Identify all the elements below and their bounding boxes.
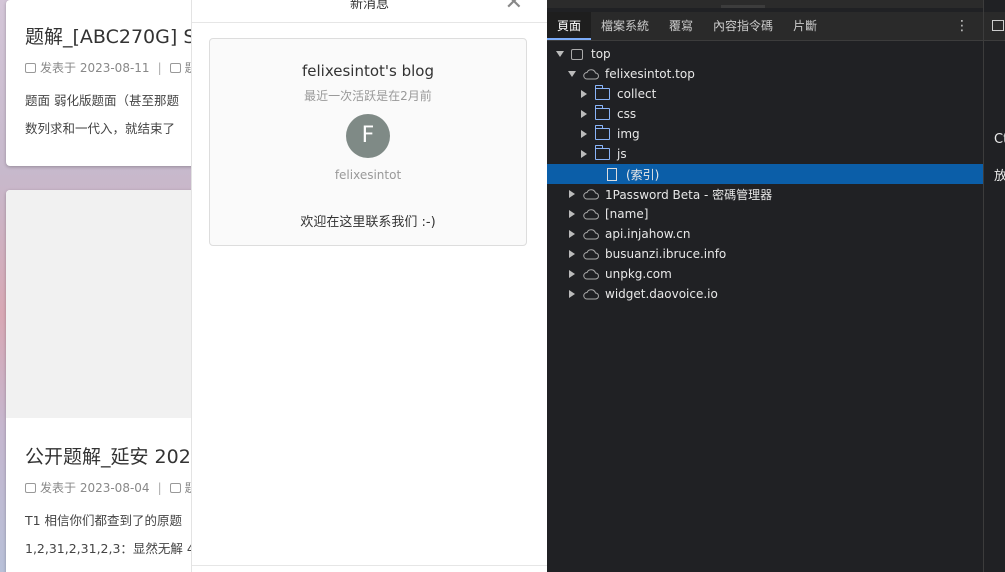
post-meta: 发表于 2023-08-04 | 题 — [25, 479, 193, 496]
tree-item-label: [name] — [605, 207, 649, 221]
calendar-icon — [25, 62, 36, 73]
side-hint-text: Ct — [994, 132, 1005, 147]
tree-item-label: felixesintot.top — [605, 67, 695, 81]
tree-item-label: widget.daovoice.io — [605, 287, 718, 301]
toggle-sidebar-icon[interactable] — [992, 20, 1004, 31]
tree-item[interactable]: css — [547, 104, 983, 124]
post-meta: 发表于 2023-08-11 | 题 — [25, 59, 193, 76]
devtools-sources-panel: 頁面 檔案系統 覆寫 內容指令碼 片斷 ⋮ top felixesintot.to… — [547, 0, 983, 572]
folder-icon — [595, 105, 610, 120]
post-date: 发表于 2023-08-04 — [40, 481, 150, 495]
active-panel-indicator — [721, 5, 765, 8]
tree-item-label: js — [617, 147, 627, 161]
meta-separator: | — [157, 480, 162, 495]
cloud-icon — [583, 248, 599, 259]
tree-item[interactable]: api.injahow.cn — [547, 224, 983, 244]
expand-arrow-right-icon[interactable] — [569, 210, 575, 218]
inbox-icon — [169, 62, 181, 73]
tree-item-label: img — [617, 127, 640, 141]
cloud-icon — [583, 288, 599, 299]
expand-arrow-right-icon[interactable] — [569, 290, 575, 298]
expand-arrow-down-icon[interactable] — [568, 71, 576, 77]
chat-input-divider — [192, 565, 547, 566]
post-cover-image[interactable] — [6, 190, 193, 418]
cloud-icon — [583, 268, 599, 279]
tab-snippets[interactable]: 片斷 — [783, 12, 827, 40]
tree-item-label: top — [591, 47, 611, 61]
cloud-icon — [583, 228, 599, 239]
cloud-icon — [583, 68, 599, 79]
tab-filesystem[interactable]: 檔案系統 — [591, 12, 659, 40]
folder-icon — [595, 125, 610, 140]
expand-arrow-right-icon[interactable] — [569, 190, 575, 198]
expand-arrow-right-icon[interactable] — [581, 110, 587, 118]
expand-arrow-right-icon[interactable] — [569, 270, 575, 278]
cloud-icon — [583, 208, 599, 219]
blog-background: 题解_[ABC270G] Se 发表于 2023-08-11 | 题 题面 弱化… — [0, 0, 193, 572]
post-excerpt: 题面 弱化版题面（甚至那题 — [25, 93, 179, 108]
expand-arrow-right-icon[interactable] — [581, 130, 587, 138]
more-options-icon[interactable]: ⋮ — [955, 12, 969, 40]
expand-arrow-right-icon[interactable] — [581, 90, 587, 98]
tree-item-label: api.injahow.cn — [605, 227, 691, 241]
post-excerpt: 1,2,31,2,31,2,3：显然无解 4 — [25, 541, 193, 556]
post-excerpt: 数列求和一代入，就结束了 — [25, 121, 176, 136]
tree-item-label: 1Password Beta - 密碼管理器 — [605, 187, 773, 202]
post-card[interactable]: 题解_[ABC270G] Se 发表于 2023-08-11 | 题 题面 弱化… — [6, 0, 193, 166]
frame-icon — [571, 48, 583, 60]
post-title[interactable]: 公开题解_延安 202 — [25, 442, 191, 469]
tree-item-label: css — [617, 107, 637, 121]
file-icon — [607, 167, 617, 181]
chat-header: 新消息 ✕ — [192, 0, 547, 23]
tree-item[interactable]: collect — [547, 84, 983, 104]
welcome-message: 欢迎在这里联系我们 :-) — [300, 215, 436, 230]
tree-item[interactable]: widget.daovoice.io — [547, 284, 983, 304]
last-active-text: 最近一次活跃是在2月前 — [304, 89, 432, 103]
tree-item[interactable]: busuanzi.ibruce.info — [547, 244, 983, 264]
tree-item[interactable]: img — [547, 124, 983, 144]
profile-card: felixesintot's blog 最近一次活跃是在2月前 F felixe… — [209, 38, 527, 246]
avatar: F — [346, 114, 390, 158]
post-date: 发表于 2023-08-11 — [40, 61, 150, 75]
tree-item[interactable]: top — [547, 44, 983, 64]
chat-title: 新消息 — [349, 0, 389, 12]
post-title[interactable]: 题解_[ABC270G] Se — [25, 22, 193, 49]
tab-content-scripts[interactable]: 內容指令碼 — [703, 12, 783, 40]
folder-icon — [595, 145, 610, 160]
tree-item[interactable]: 1Password Beta - 密碼管理器 — [547, 184, 983, 204]
editor-side-panel: Ct 放 — [983, 0, 1005, 572]
username: felixesintot — [334, 168, 402, 182]
blog-name: felixesintot's blog — [301, 62, 434, 80]
tree-item-label: busuanzi.ibruce.info — [605, 247, 727, 261]
inbox-icon — [169, 482, 181, 493]
expand-arrow-right-icon[interactable] — [569, 250, 575, 258]
tree-item-label: (索引) — [626, 167, 660, 182]
tree-item[interactable]: unpkg.com — [547, 264, 983, 284]
tab-page[interactable]: 頁面 — [547, 12, 592, 40]
expand-arrow-right-icon[interactable] — [581, 150, 587, 158]
calendar-icon — [25, 482, 36, 493]
post-card[interactable]: 公开题解_延安 202 发表于 2023-08-04 | 题 T1 相信你们都查… — [6, 190, 193, 572]
expand-arrow-right-icon[interactable] — [569, 230, 575, 238]
tree-item-label: collect — [617, 87, 657, 101]
side-hint-text: 放 — [994, 169, 1005, 184]
devtools-top-strip — [547, 0, 983, 8]
tree-item[interactable]: felixesintot.top — [547, 64, 983, 84]
tree-item[interactable]: [name] — [547, 204, 983, 224]
tree-item-label: unpkg.com — [605, 267, 672, 281]
chat-panel: 新消息 ✕ felixesintot's blog 最近一次活跃是在2月前 F … — [191, 0, 547, 572]
expand-arrow-down-icon[interactable] — [556, 51, 564, 57]
post-excerpt: T1 相信你们都查到了的原题 — [25, 513, 183, 528]
cloud-icon — [583, 188, 599, 199]
close-icon[interactable]: ✕ — [505, 0, 523, 14]
folder-icon — [595, 85, 610, 100]
tree-item[interactable]: (索引) — [547, 164, 983, 184]
meta-separator: | — [157, 60, 162, 75]
tab-overrides[interactable]: 覆寫 — [659, 12, 703, 40]
devtools-subtabs: 頁面 檔案系統 覆寫 內容指令碼 片斷 — [547, 12, 983, 41]
tree-item[interactable]: js — [547, 144, 983, 164]
